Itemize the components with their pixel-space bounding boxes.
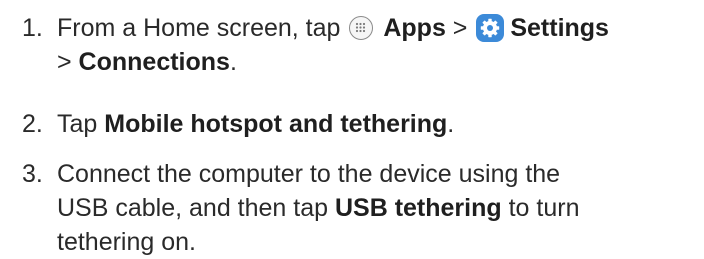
text-run: USB cable, and then tap [57,194,335,222]
step-line: USB cable, and then tap USB tethering to… [57,191,697,225]
step-text: Connect the computer to the device using… [57,157,697,259]
instruction-steps: 1. From a Home screen, tap Apps > Settin… [0,0,704,258]
text-run: . [447,110,455,138]
step-line: tethering on. [57,228,196,256]
text-run: to turn [501,194,580,222]
step-number: 2. [22,110,43,138]
step-number: 1. [22,14,43,42]
text-run: Tap [57,110,105,138]
mobile-hotspot-label: Mobile hotspot and tethering [104,110,448,138]
text-run: > [445,14,475,42]
step-line: > Connections. [57,45,697,79]
settings-label: Settings [510,14,609,42]
connections-label: Connections [78,48,230,76]
step-text: Tap Mobile hotspot and tethering. [57,107,697,141]
step-number: 3. [22,160,43,188]
text-run: From a Home screen, tap [57,14,348,42]
step-text: From a Home screen, tap Apps > Settings … [57,11,697,79]
step-line: Connect the computer to the device using… [57,160,561,188]
apps-label: Apps [383,14,446,42]
step-line: Tap Mobile hotspot and tethering. [57,107,697,141]
text-run: . [229,48,237,76]
settings-gear-icon [476,14,505,42]
step-line: From a Home screen, tap Apps > Settings [57,11,697,45]
text-run: > [57,48,79,76]
apps-icon [349,16,374,40]
usb-tethering-label: USB tethering [334,194,502,222]
